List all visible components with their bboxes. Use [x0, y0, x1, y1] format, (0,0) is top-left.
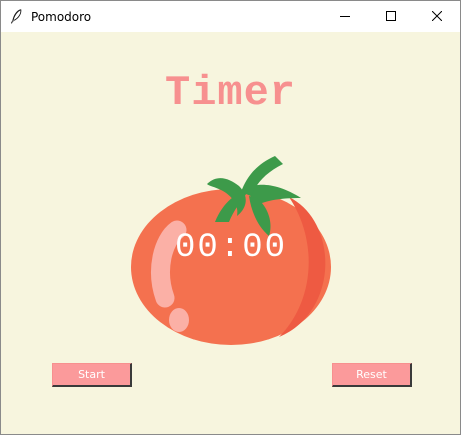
close-icon: [431, 10, 443, 24]
minimize-icon: [340, 10, 350, 24]
minimize-button[interactable]: [322, 1, 368, 32]
feather-icon: [9, 8, 23, 24]
maximize-icon: [386, 10, 396, 24]
maximize-button[interactable]: [368, 1, 414, 32]
main-canvas: Timer 00:00 Start Reset: [1, 32, 460, 434]
countdown-display: 00:00: [174, 229, 288, 267]
start-button[interactable]: Start: [52, 363, 132, 387]
app-window: Pomodoro Timer 00:00 Start Reset: [0, 0, 461, 435]
title-bar[interactable]: Pomodoro: [1, 1, 460, 32]
close-button[interactable]: [414, 1, 460, 32]
reset-button[interactable]: Reset: [332, 363, 412, 387]
page-title: Timer: [164, 69, 297, 117]
window-title: Pomodoro: [31, 10, 92, 24]
